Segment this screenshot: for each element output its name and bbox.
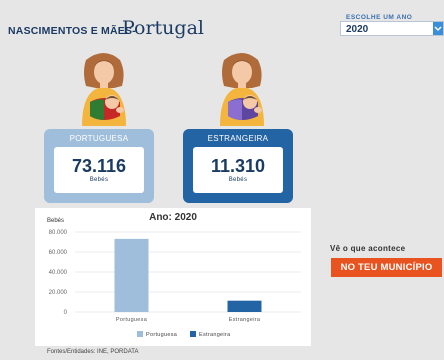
y-axis-label: Bebés (47, 218, 64, 224)
bar-estrangeira (227, 300, 262, 312)
card-portuguesa-box: 73.116 Bebés (54, 147, 144, 193)
card-estrangeira-label: ESTRANGEIRA (207, 134, 269, 143)
page-title: NASCIMENTOS E MÃES- (8, 25, 136, 37)
chevron-down-icon[interactable] (433, 22, 443, 35)
card-estrangeira-unit: Bebés (228, 177, 248, 183)
card-estrangeira: ESTRANGEIRA 11.310 Bebés (183, 129, 293, 203)
country-title: Portugal (122, 17, 204, 39)
card-portuguesa-value: 73.116 (71, 156, 127, 176)
legend-label: Estrangeira (199, 332, 231, 338)
chart-panel: Ano: 2020 Bebés 0 20.000 40.000 60.000 80.000… (35, 208, 311, 346)
card-estrangeira-box: 11.310 Bebés (193, 147, 283, 193)
year-select[interactable]: 2020 (340, 21, 444, 36)
municipio-button[interactable]: NO TEU MUNICÍPIO (331, 258, 442, 277)
legend-swatch (137, 331, 143, 337)
y-tick-label: 40.000 (49, 270, 68, 276)
cta-prompt: Vê o que acontece (330, 244, 406, 253)
x-tick-label: Portuguesa (116, 317, 148, 323)
bar-chart: Bebés 0 20.000 40.000 60.000 80.000 Portuguesa… (47, 218, 301, 338)
y-tick-label: 60.000 (49, 250, 68, 256)
x-tick-label: Estrangeira (229, 317, 261, 323)
legend-label: Portuguesa (146, 332, 178, 338)
card-portuguesa-unit: Bebés (89, 177, 109, 183)
bar-portuguesa (114, 238, 149, 312)
y-tick-label: 0 (64, 310, 68, 316)
card-portuguesa: PORTUGUESA 73.116 Bebés (44, 129, 154, 203)
mother-portuguesa-icon (82, 53, 126, 126)
y-tick-label: 20.000 (49, 290, 68, 296)
y-tick-label: 80.000 (49, 230, 68, 236)
legend-swatch (190, 331, 196, 337)
sources-text: Fontes/Entidades: INE, PORDATA (47, 349, 139, 355)
year-picker-label: Escolhe um ano (346, 14, 413, 21)
card-estrangeira-value: 11.310 (210, 156, 266, 176)
card-portuguesa-label: PORTUGUESA (69, 134, 129, 143)
mother-estrangeira-icon (220, 53, 264, 126)
year-select-value: 2020 (346, 24, 369, 35)
